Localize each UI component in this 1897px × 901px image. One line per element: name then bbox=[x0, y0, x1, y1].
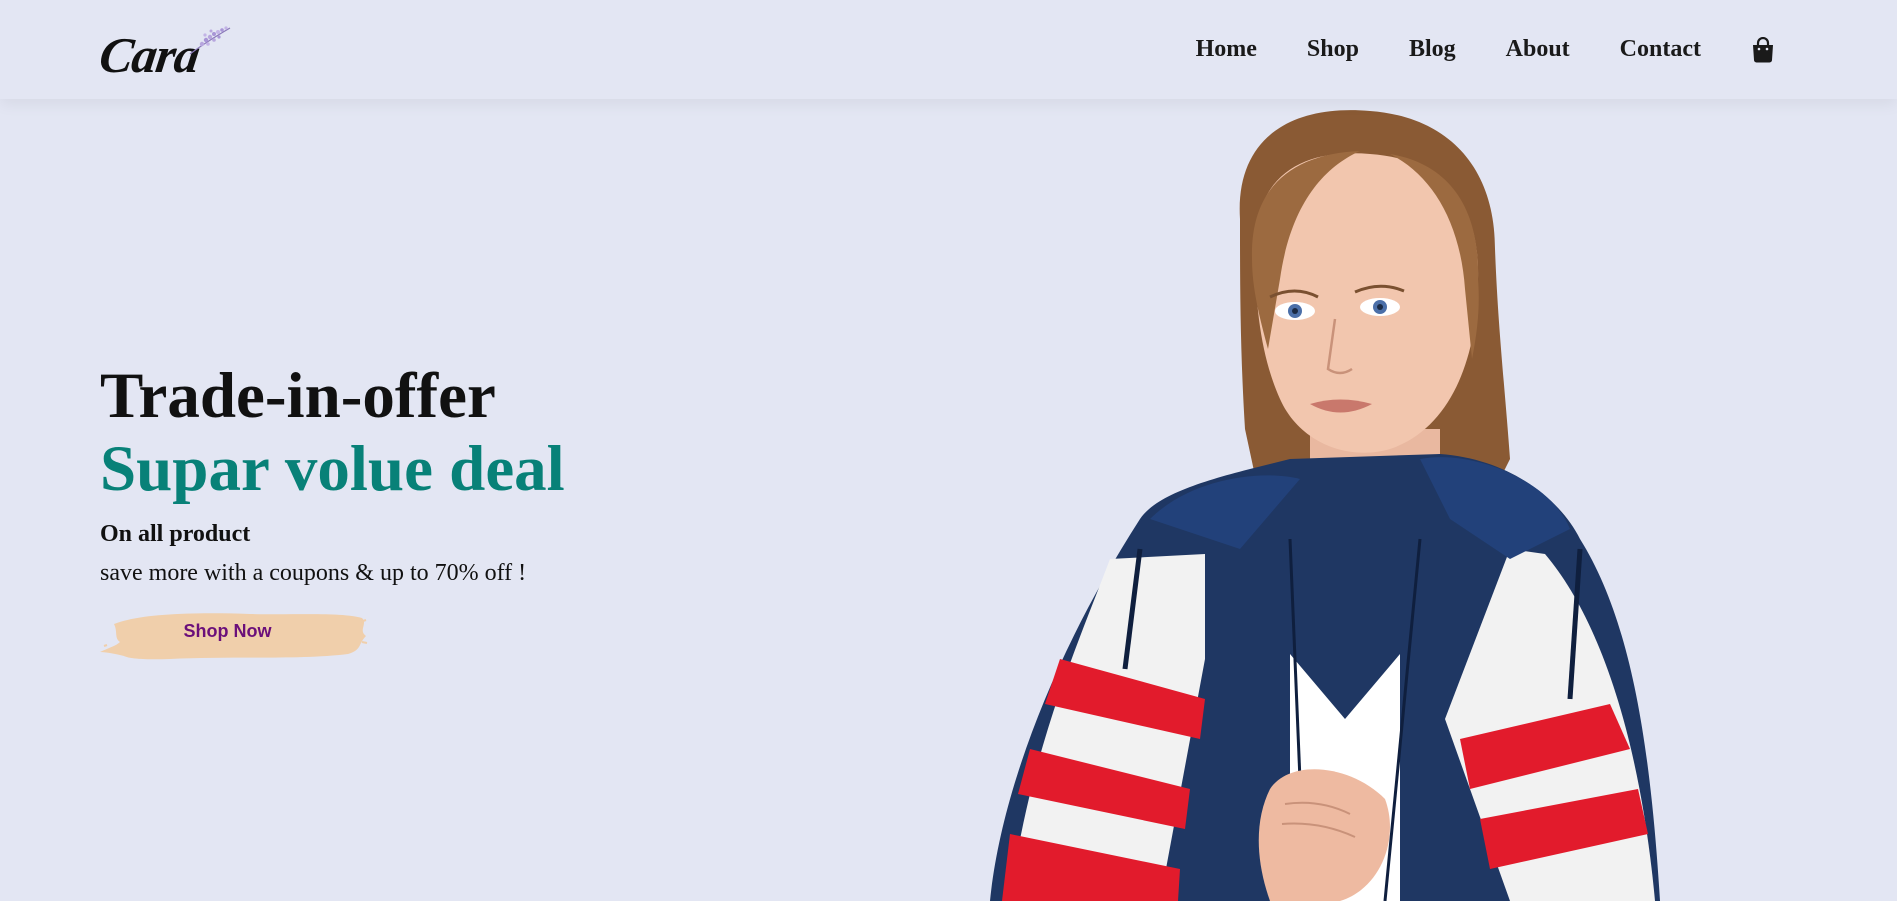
shop-now-label: Shop Now bbox=[183, 620, 272, 641]
logo-text: Cara bbox=[96, 26, 203, 83]
nav-link-about[interactable]: About bbox=[1506, 36, 1570, 63]
site-header: Cara Home Shop Blog About Contact bbox=[0, 0, 1897, 99]
model-image bbox=[990, 110, 1660, 901]
nav-link-blog[interactable]: Blog bbox=[1409, 36, 1456, 63]
nav-link-home[interactable]: Home bbox=[1196, 36, 1257, 63]
cart-button[interactable] bbox=[1751, 36, 1775, 63]
logo[interactable]: Cara bbox=[96, 20, 231, 83]
hero-section: Trade-in-offer Supar volue deal On all p… bbox=[0, 99, 1897, 901]
nav-link-contact[interactable]: Contact bbox=[1620, 36, 1701, 63]
hero-headline: Supar volue deal bbox=[100, 433, 565, 505]
hero-kicker: Trade-in-offer bbox=[100, 360, 496, 432]
hero-subheading: On all product bbox=[100, 521, 251, 547]
shop-now-button[interactable]: Shop Now bbox=[100, 602, 370, 666]
nav-link-shop[interactable]: Shop bbox=[1307, 36, 1359, 63]
main-nav: Home Shop Blog About Contact bbox=[1146, 36, 1775, 63]
hero-description: save more with a coupons & up to 70% off… bbox=[100, 560, 527, 586]
shopping-bag-icon bbox=[1753, 36, 1773, 62]
hero-text: Trade-in-offer Supar volue deal On all p… bbox=[100, 358, 565, 666]
lavender-sprig-icon bbox=[189, 25, 231, 54]
